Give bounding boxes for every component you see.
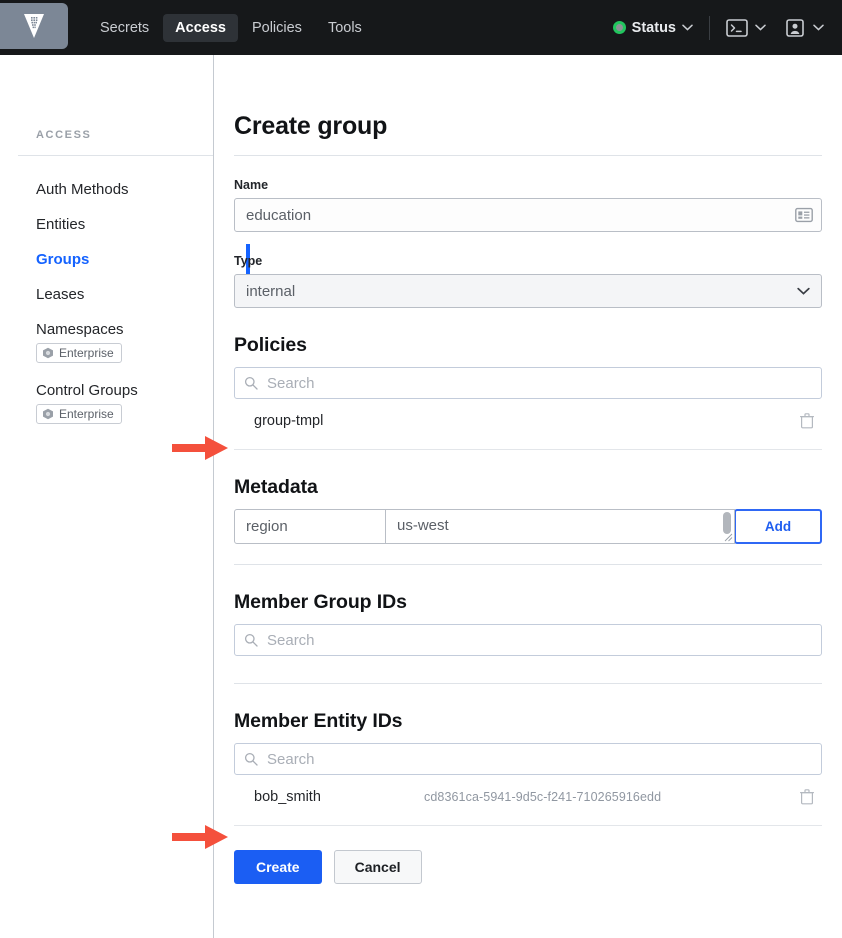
table-row[interactable]: bob_smith cd8361ca-5941-9d5c-f241-710265… [234,775,822,819]
metadata-divider [234,564,822,565]
cancel-button[interactable]: Cancel [334,850,422,884]
member-entity-ids-section: Member Entity IDs bob_smith cd8361ca-594… [234,710,822,826]
metadata-key-input[interactable] [234,509,386,544]
title-divider [234,155,822,156]
user-badge-icon [784,19,806,37]
enterprise-badge-label: Enterprise [59,407,114,421]
entity-id: cd8361ca-5941-9d5c-f241-710265916edd [424,790,800,804]
main-content: Create group Name Type [214,55,842,938]
sidebar-item-control-groups[interactable]: Control Groups Enterprise [36,373,213,434]
sidebar-item-label: Leases [36,286,213,303]
metadata-add-button[interactable]: Add [734,509,822,544]
create-button[interactable]: Create [234,850,322,884]
row-divider [234,825,822,826]
sidebar-item-namespaces[interactable]: Namespaces Enterprise [36,312,213,373]
metadata-section: Metadata us-west Add [234,476,822,565]
trash-icon[interactable] [800,789,814,805]
nav-link-tools[interactable]: Tools [316,14,374,42]
page-title: Create group [214,55,842,141]
chevron-down-icon [813,24,824,31]
nav-link-policies[interactable]: Policies [240,14,314,42]
form-actions: Create Cancel [234,850,842,884]
nav-right-cluster: Status [613,16,842,40]
entity-name: bob_smith [254,789,424,805]
nav-links: Secrets Access Policies Tools [88,14,374,42]
nav-divider [709,16,710,40]
policy-name: group-tmpl [254,413,424,429]
status-indicator-dot [613,21,626,34]
enterprise-hex-icon [42,347,54,359]
sidebar-divider [18,155,213,156]
status-menu[interactable]: Status [613,20,693,36]
type-select[interactable] [234,274,822,308]
sidebar-item-auth-methods[interactable]: Auth Methods [36,172,213,207]
sidebar-item-leases[interactable]: Leases [36,277,213,312]
type-field-group: Type [234,254,822,308]
sidebar-item-label: Auth Methods [36,181,213,198]
vault-logo-icon [23,13,45,39]
sidebar-item-label: Entities [36,216,213,233]
sidebar-item-label: Namespaces [36,321,213,338]
sidebar-item-entities[interactable]: Entities [36,207,213,242]
member-group-ids-heading: Member Group IDs [234,591,822,614]
row-divider [234,449,822,450]
nav-link-access[interactable]: Access [163,14,238,42]
table-row[interactable]: group-tmpl [234,399,822,443]
member-group-ids-divider [234,683,822,684]
metadata-heading: Metadata [234,476,822,499]
enterprise-badge-label: Enterprise [59,346,114,360]
top-navigation-bar: Secrets Access Policies Tools Status [0,0,842,55]
enterprise-badge: Enterprise [36,343,122,363]
enterprise-hex-icon [42,408,54,420]
policies-heading: Policies [234,334,822,357]
sidebar-item-groups[interactable]: Groups [36,242,213,277]
member-entity-ids-search-input[interactable] [234,743,822,775]
member-group-ids-search-input[interactable] [234,624,822,656]
policies-section: Policies group-tmpl [234,334,822,450]
member-group-ids-section: Member Group IDs [234,591,822,684]
name-input[interactable] [234,198,822,232]
sidebar-section-title: ACCESS [0,55,213,141]
console-menu[interactable] [726,19,766,37]
chevron-down-icon [682,24,693,31]
policies-search-input[interactable] [234,367,822,399]
terminal-icon [726,19,748,37]
user-menu[interactable] [784,19,824,37]
sidebar-item-label: Groups [36,251,213,268]
sidebar-item-label: Control Groups [36,382,213,399]
metadata-row: us-west Add [234,509,822,544]
nav-link-secrets[interactable]: Secrets [88,14,161,42]
enterprise-badge: Enterprise [36,404,122,424]
type-field-label: Type [234,254,822,268]
trash-icon[interactable] [800,413,814,429]
status-label: Status [632,20,676,36]
member-entity-ids-heading: Member Entity IDs [234,710,822,733]
sidebar-items: Auth Methods Entities Groups Leases Name… [0,172,213,434]
name-field-label: Name [234,178,822,192]
chevron-down-icon [755,24,766,31]
metadata-value-input[interactable]: us-west [386,509,735,544]
sidebar: ACCESS Auth Methods Entities Groups Leas… [0,55,214,938]
name-field-group: Name [234,178,822,232]
vault-create-group-page: Secrets Access Policies Tools Status [0,0,842,938]
vault-logo-button[interactable] [0,3,68,49]
